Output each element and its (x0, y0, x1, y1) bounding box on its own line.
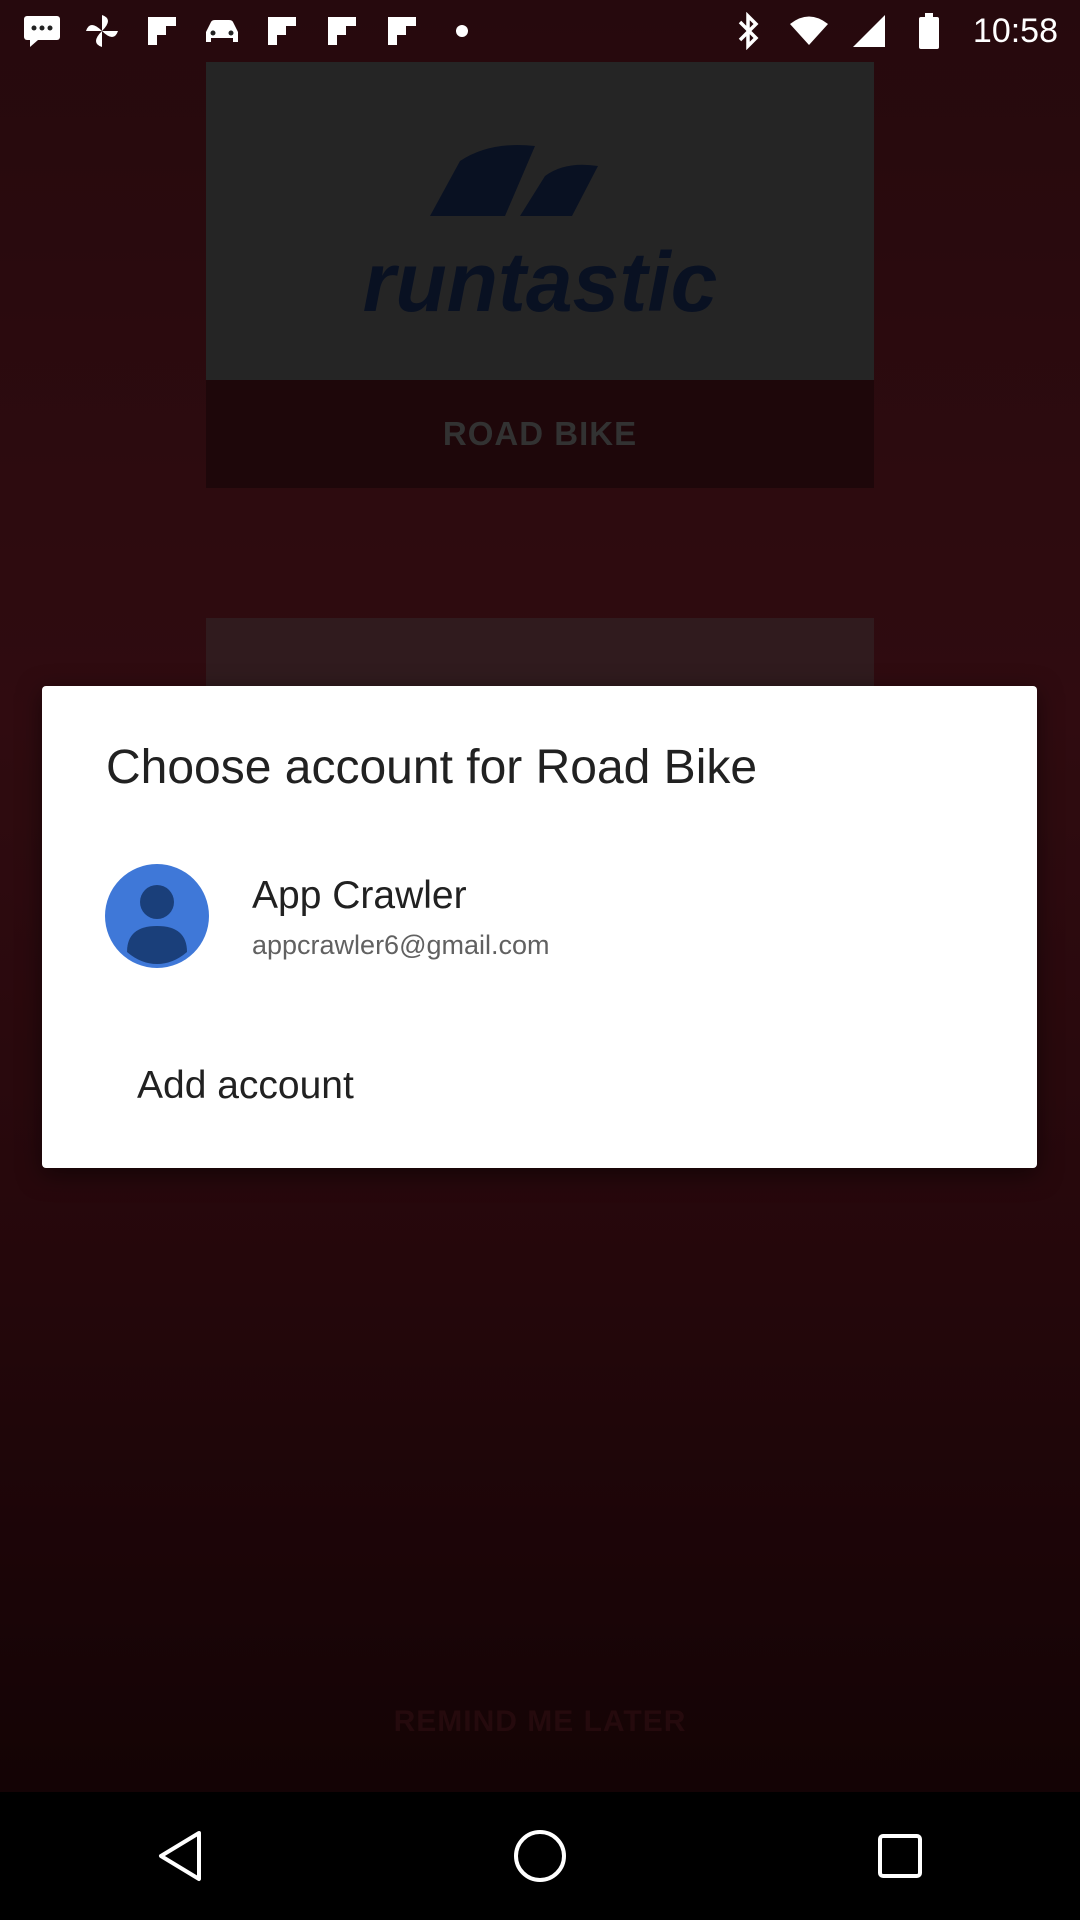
account-item-app-crawler[interactable]: App Crawler appcrawler6@gmail.com (42, 864, 1037, 984)
choose-account-dialog: Choose account for Road Bike App Crawler… (42, 686, 1037, 1168)
recents-icon[interactable] (840, 1806, 960, 1906)
add-account-button[interactable]: Add account (137, 1064, 354, 1108)
wifi-icon (789, 11, 829, 51)
account-name: App Crawler (252, 874, 467, 917)
dot-icon (442, 11, 482, 51)
person-icon (105, 864, 209, 968)
system-icons: 10:58 (729, 11, 1058, 51)
dialog-title: Choose account for Road Bike (106, 741, 758, 794)
flipboard-icon (322, 11, 362, 51)
battery-icon (909, 11, 949, 51)
account-email: appcrawler6@gmail.com (252, 930, 550, 960)
flipboard-icon (142, 11, 182, 51)
pinwheel-icon (82, 11, 122, 51)
message-icon (22, 11, 62, 51)
bluetooth-icon (729, 11, 769, 51)
flipboard-icon (382, 11, 422, 51)
navigation-bar (0, 1792, 1080, 1920)
avatar (105, 864, 209, 968)
signal-icon (849, 11, 889, 51)
notification-icons (22, 11, 482, 51)
home-icon[interactable] (480, 1806, 600, 1906)
back-icon[interactable] (120, 1806, 240, 1906)
flipboard-icon (262, 11, 302, 51)
car-icon (202, 11, 242, 51)
clock: 10:58 (972, 11, 1058, 50)
status-bar: 10:58 (0, 0, 1080, 62)
